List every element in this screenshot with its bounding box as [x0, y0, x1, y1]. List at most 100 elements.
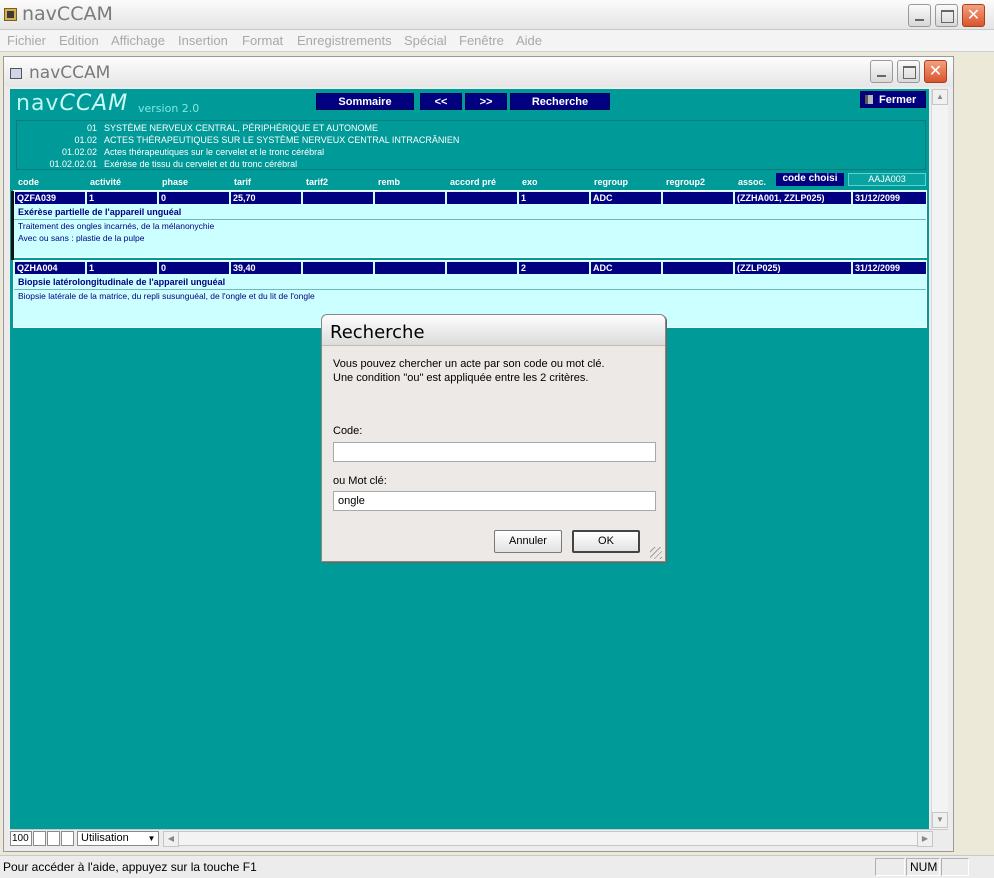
record-title: Exérèse partielle de l'appareil unguéal [18, 207, 182, 217]
logo-nav: nav [16, 91, 60, 116]
cancel-button[interactable]: Annuler [494, 530, 562, 553]
record-description: Avec ou sans : plastie de la pulpe [18, 233, 145, 243]
hierarchy-num: 01.02.02 [61, 147, 97, 157]
recherche-dialog: Recherche Vous pouvez chercher un acte p… [321, 314, 666, 562]
col-remb: remb [378, 177, 401, 187]
hierarchy-label: Actes thérapeutiques sur le cervelet et … [104, 147, 325, 157]
status-pane [875, 858, 905, 876]
door-icon [865, 95, 873, 104]
view-form-icon[interactable] [61, 831, 74, 846]
record-code: QZHA004 [15, 262, 85, 274]
record-remb [375, 262, 445, 274]
hierarchy-label: SYSTÈME NERVEUX CENTRAL, PÉRIPHÉRIQUE ET… [104, 123, 379, 133]
scroll-down-arrow-icon[interactable]: ▼ [932, 812, 948, 828]
hierarchy-label: Exérèse de tissu du cervelet et du tronc… [104, 159, 298, 169]
record-regroup2 [663, 262, 733, 274]
record-description: Biopsie latérale de la matrice, du repli… [18, 291, 315, 301]
record-exo: 2 [519, 262, 589, 274]
col-assoc: assoc. [738, 177, 767, 187]
inner-minimize-button[interactable] [870, 60, 893, 83]
hierarchy-num: 01.02.02.01 [49, 159, 97, 169]
mode-select-value: Utilisation [81, 832, 129, 844]
record-activite: 1 [87, 262, 157, 274]
version-label: version 2.0 [138, 102, 200, 115]
record-title: Biopsie latérolongitudinale de l'apparei… [18, 277, 226, 287]
col-tarif2: tarif2 [306, 177, 329, 187]
record-separator [14, 219, 926, 220]
previous-button[interactable]: << [420, 93, 462, 110]
dialog-title-bar[interactable]: Recherche [322, 315, 665, 346]
record-separator [14, 289, 926, 290]
col-regroup2: regroup2 [666, 177, 706, 187]
view-graph-icon[interactable] [33, 831, 46, 846]
app-maximize-button[interactable] [935, 4, 958, 27]
menu-affichage[interactable]: Affichage [111, 33, 165, 48]
inner-close-button[interactable]: ✕ [924, 60, 947, 83]
app-title: navCCAM [22, 3, 113, 25]
record-tarif: 39,40 [231, 262, 301, 274]
code-label: Code: [333, 425, 363, 437]
resize-grip-icon[interactable] [650, 547, 662, 559]
hierarchy-num: 01 [86, 123, 97, 133]
inner-maximize-button[interactable] [897, 60, 920, 83]
menu-special[interactable]: Spécial [404, 33, 447, 48]
col-accord-pre: accord pré [450, 177, 497, 187]
menu-fichier[interactable]: Fichier [7, 33, 46, 48]
menu-enregistrements[interactable]: Enregistrements [297, 33, 392, 48]
col-exo: exo [522, 177, 538, 187]
recherche-button[interactable]: Recherche [510, 93, 610, 110]
scroll-right-arrow-icon[interactable]: ▶ [917, 831, 933, 847]
keyword-label: ou Mot clé: [333, 475, 387, 487]
next-button[interactable]: >> [465, 93, 507, 110]
fermer-label: Fermer [879, 94, 917, 106]
horizontal-scrollbar[interactable]: ◀ ▶ [163, 831, 933, 847]
menu-aide[interactable]: Aide [516, 33, 542, 48]
record-assoc: (ZZLP025) [735, 262, 851, 274]
scroll-left-arrow-icon[interactable]: ◀ [163, 831, 179, 847]
mode-select[interactable]: Utilisation ▼ [77, 831, 159, 846]
app-minimize-button[interactable] [908, 4, 931, 27]
menu-insertion[interactable]: Insertion [178, 33, 228, 48]
record-date: 31/12/2099 [853, 262, 926, 274]
record-remb [375, 192, 445, 204]
inner-title-bar: navCCAM ✕ [4, 57, 953, 87]
col-code: code [18, 177, 40, 187]
col-phase: phase [162, 177, 189, 187]
record-description: Traitement des ongles incarnés, de la mé… [18, 221, 215, 231]
col-regroup: regroup [594, 177, 629, 187]
app-close-button[interactable]: ✕ [962, 4, 985, 27]
zoom-level[interactable]: 100 [10, 831, 32, 846]
record-regroup: ADC [591, 192, 661, 204]
view-chart-icon[interactable] [47, 831, 60, 846]
status-bar: Pour accéder à l'aide, appuyez sur la to… [0, 855, 994, 878]
hierarchy-label: ACTES THÉRAPEUTIQUES SUR LE SYSTÈME NERV… [104, 135, 460, 145]
logo-ccam: CCAM [59, 91, 129, 116]
record-row[interactable]: QZFA039 1 0 25,70 1 ADC (ZZHA001, ZZLP02… [13, 190, 927, 258]
menu-edition[interactable]: Edition [59, 33, 99, 48]
app-title-bar: navCCAM ✕ [0, 0, 994, 30]
sommaire-button[interactable]: Sommaire [316, 93, 414, 110]
record-activite: 1 [87, 192, 157, 204]
hierarchy-num: 01.02 [74, 135, 97, 145]
menu-format[interactable]: Format [242, 33, 283, 48]
status-num: NUM [906, 858, 940, 876]
keyword-input[interactable] [333, 491, 656, 511]
code-choisi-value[interactable]: AAJA003 [848, 173, 926, 186]
vertical-scrollbar[interactable]: ▲ ▼ [931, 89, 948, 829]
code-choisi-label: code choisi [776, 173, 844, 186]
record-exo: 1 [519, 192, 589, 204]
menu-fenetre[interactable]: Fenêtre [459, 33, 504, 48]
col-activite: activité [90, 177, 122, 187]
app-icon [4, 8, 17, 21]
inner-title: navCCAM [29, 63, 111, 83]
record-assoc: (ZZHA001, ZZLP025) [735, 192, 851, 204]
dialog-message: Vous pouvez chercher un acte par son cod… [333, 358, 605, 370]
code-input[interactable] [333, 442, 656, 462]
chevron-down-icon: ▼ [147, 834, 156, 843]
fermer-button[interactable]: Fermer [860, 91, 926, 108]
record-accord [447, 192, 517, 204]
record-selector[interactable] [11, 191, 14, 260]
scroll-up-arrow-icon[interactable]: ▲ [932, 89, 948, 105]
ok-button[interactable]: OK [572, 530, 640, 553]
bottom-bar: 100 Utilisation ▼ ◀ ▶ [10, 829, 948, 847]
